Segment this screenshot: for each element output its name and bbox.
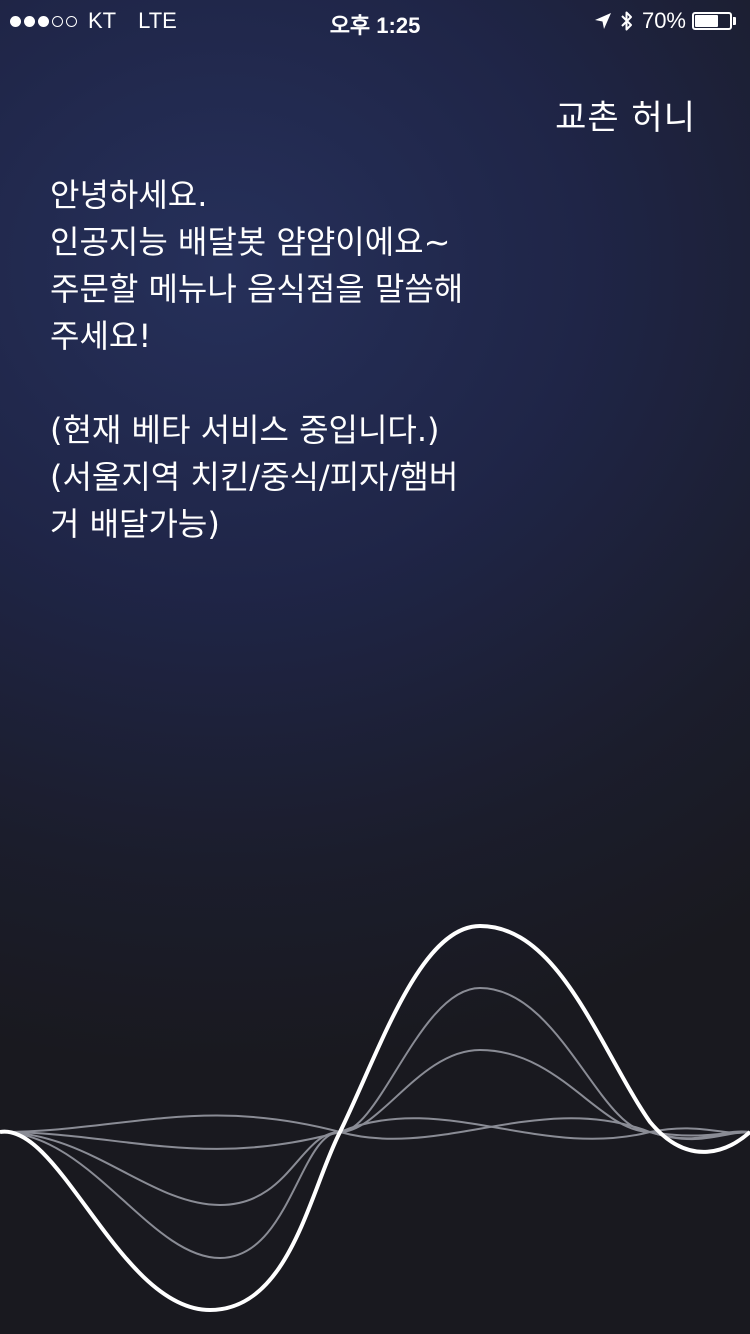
status-right: 70%	[594, 8, 736, 34]
notice-line: 거 배달가능)	[50, 505, 220, 543]
message-gap	[50, 360, 570, 407]
bot-response: 안녕하세요. 인공지능 배달봇 얌얌이에요~ 주문할 메뉴나 음식점을 말씀해 …	[50, 172, 570, 548]
battery-tip	[733, 17, 736, 25]
status-bar: KT LTE 오후 1:25 70%	[0, 0, 750, 40]
battery-icon	[692, 12, 732, 30]
notice-line: (현재 베타 서비스 중입니다.)	[50, 411, 440, 449]
battery-percent: 70%	[641, 8, 686, 33]
location-arrow-icon	[594, 13, 611, 29]
bluetooth-icon	[621, 11, 632, 31]
notice-line: (서울지역 치킨/중식/피자/햄버	[50, 458, 459, 496]
user-voice-query: 교촌 허니	[555, 98, 696, 138]
voice-waveform-icon[interactable]	[0, 900, 750, 1334]
battery-fill	[695, 15, 719, 27]
bot-line: 안녕하세요.	[50, 176, 208, 214]
wave-main-line	[0, 923, 750, 1313]
bot-line: 주세요!	[50, 317, 152, 355]
bot-line: 주문할 메뉴나 음식점을 말씀해	[50, 270, 464, 308]
bot-line: 인공지능 배달봇 얌얌이에요~	[50, 223, 451, 261]
